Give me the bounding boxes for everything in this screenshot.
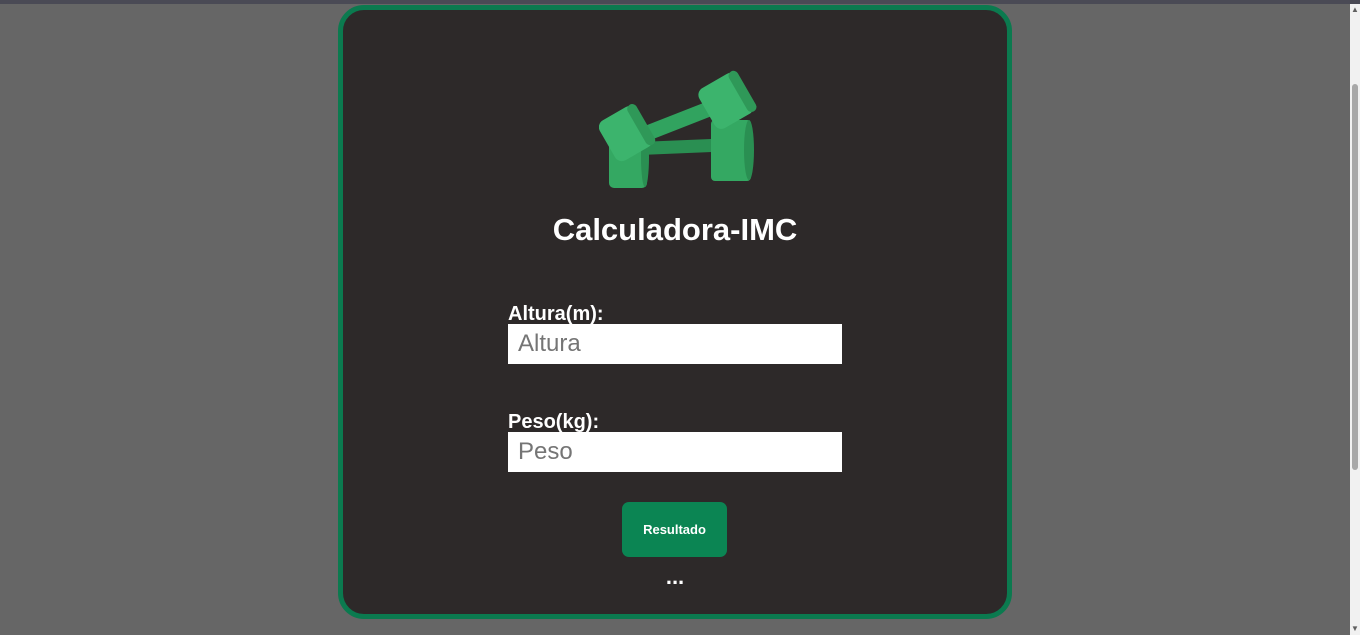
result-button[interactable]: Resultado bbox=[622, 502, 727, 557]
scroll-down-arrow-icon[interactable]: ▼ bbox=[1351, 625, 1359, 633]
scroll-up-arrow-icon[interactable]: ▲ bbox=[1351, 6, 1359, 14]
weight-input[interactable] bbox=[508, 432, 842, 472]
vertical-scrollbar[interactable]: ▲ ▼ bbox=[1350, 4, 1360, 635]
scrollbar-thumb[interactable] bbox=[1352, 84, 1358, 470]
height-label: Altura(m): bbox=[508, 303, 604, 325]
height-input[interactable] bbox=[508, 324, 842, 364]
browser-top-edge bbox=[0, 0, 1360, 4]
result-text: ... bbox=[665, 564, 685, 589]
weight-label: Peso(kg): bbox=[508, 411, 600, 433]
dumbbells-icon bbox=[599, 70, 757, 188]
page-title: Calculadora-IMC bbox=[552, 212, 798, 247]
calculator-card: Calculadora-IMC Altura(m): Peso(kg): Res… bbox=[338, 5, 1012, 619]
